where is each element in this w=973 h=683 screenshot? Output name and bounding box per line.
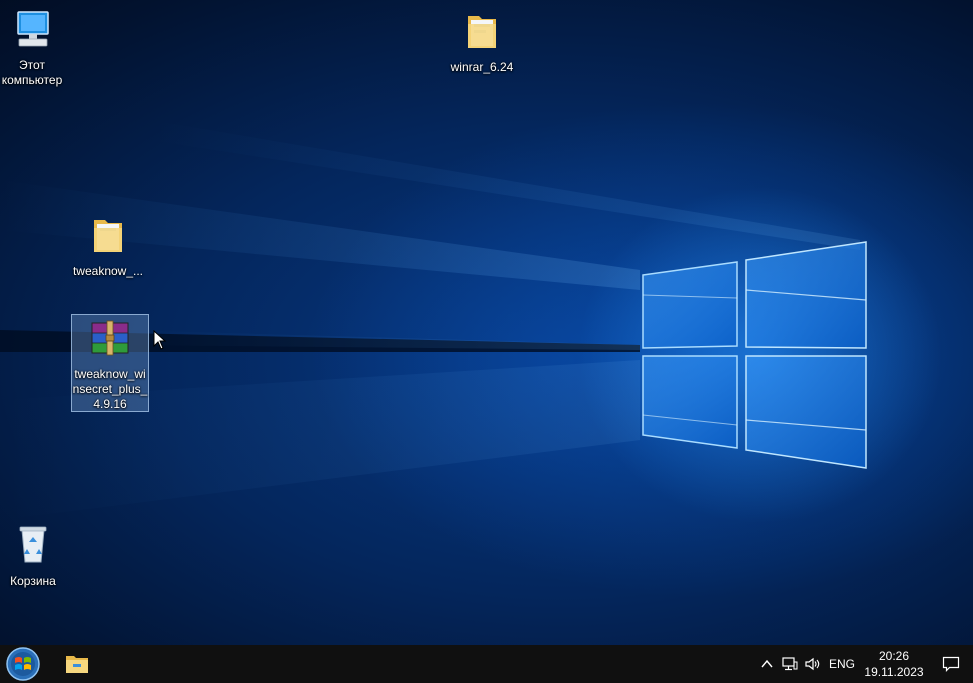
network-button[interactable] (779, 645, 801, 683)
action-center-button[interactable] (929, 645, 973, 683)
start-button[interactable] (0, 645, 48, 683)
desktop-icon-label: Корзина (10, 574, 56, 588)
mouse-cursor-icon (153, 330, 167, 350)
taskbar: ENG 20:26 19.11.2023 (0, 645, 973, 683)
language-label: ENG (828, 657, 855, 671)
this-pc-monitor-icon (0, 8, 70, 54)
input-language-indicator[interactable]: ENG (825, 645, 859, 683)
show-hidden-icons-button[interactable] (755, 645, 779, 683)
recycle-bin-icon (0, 522, 71, 570)
file-explorer-icon (66, 656, 88, 673)
clock[interactable]: 20:26 19.11.2023 (859, 645, 929, 683)
folder-icon (444, 10, 520, 56)
desktop-icon-this-pc[interactable]: Этот компьютер (0, 8, 70, 88)
folder-icon (70, 214, 146, 260)
desktop-icon-recycle-bin[interactable]: Корзина (0, 522, 71, 589)
desktop-icon-label: Этот компьютер (1, 58, 63, 87)
clock-date: 19.11.2023 (864, 665, 924, 679)
clock-time: 20:26 (878, 649, 910, 663)
desktop-icon-label: tweaknow_winsecret_plus_4.9.16 (72, 367, 148, 411)
desktop-icon-label: winrar_6.24 (450, 60, 514, 74)
taskbar-file-explorer-button[interactable] (54, 645, 100, 683)
action-center-icon (942, 656, 960, 672)
desktop-icon-label: tweaknow_... (72, 264, 144, 278)
network-icon (782, 657, 798, 671)
system-tray: ENG 20:26 19.11.2023 (755, 645, 973, 683)
volume-icon (805, 657, 820, 671)
desktop-icon-winrar-folder[interactable]: winrar_6.24 (444, 10, 520, 75)
chevron-up-icon (761, 659, 773, 668)
desktop-icon-tweaknow-folder[interactable]: tweaknow_... (70, 214, 146, 279)
winrar-archive-icon (72, 319, 148, 363)
volume-button[interactable] (801, 645, 825, 683)
desktop[interactable]: Этот компьютер winrar_6.24 tweaknow_... (0, 0, 973, 683)
desktop-icon-tweaknow-archive[interactable]: tweaknow_winsecret_plus_4.9.16 (71, 314, 149, 412)
start-orb-icon (6, 647, 40, 681)
